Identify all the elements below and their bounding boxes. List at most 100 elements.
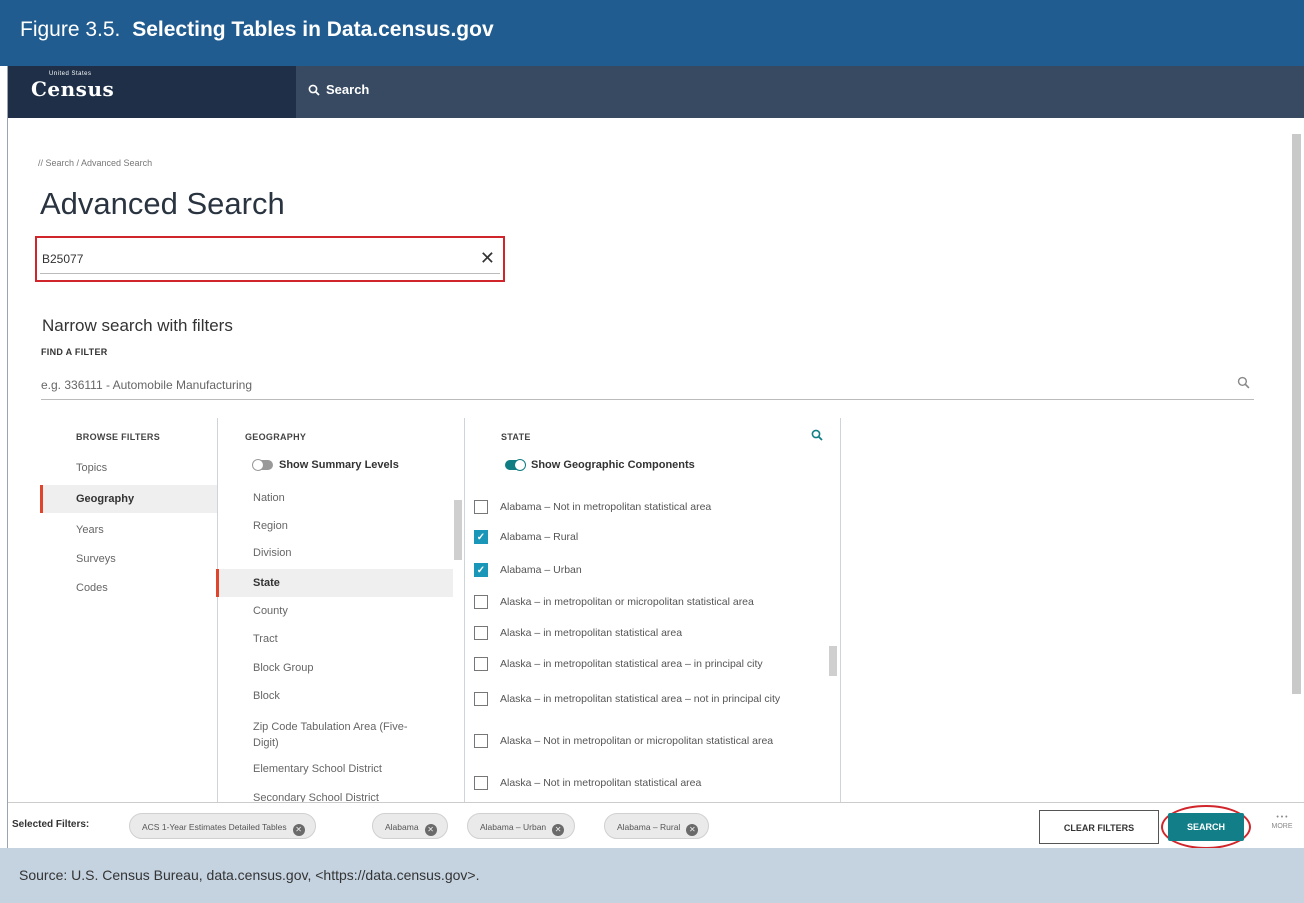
- state-item[interactable]: Alaska – in metropolitan statistical are…: [474, 626, 824, 640]
- state-item-label: Alabama – Not in metropolitan statistica…: [500, 501, 712, 513]
- geography-item-zcta[interactable]: Zip Code Tabulation Area (Five-Digit): [216, 719, 453, 753]
- search-input[interactable]: B25077: [40, 244, 500, 274]
- search-icon: [308, 84, 320, 96]
- browse-item-surveys[interactable]: Surveys: [40, 545, 217, 573]
- geography-item-region[interactable]: Region: [216, 520, 453, 540]
- state-item[interactable]: Alaska – Not in metropolitan or micropol…: [474, 726, 824, 756]
- figure-number: Figure 3.5.: [20, 18, 121, 41]
- geography-scrollbar[interactable]: [454, 486, 462, 802]
- find-filter-input[interactable]: e.g. 336111 - Automobile Manufacturing: [41, 372, 1254, 400]
- toggle-switch[interactable]: [505, 459, 526, 471]
- more-label: MORE: [1271, 823, 1293, 830]
- state-scrollbar[interactable]: [829, 486, 837, 802]
- breadcrumb[interactable]: // Search / Advanced Search: [38, 158, 152, 168]
- toggle-switch[interactable]: [252, 459, 273, 471]
- more-button[interactable]: • • • MORE: [1271, 813, 1293, 831]
- state-item-label: Alabama – Rural: [500, 531, 579, 543]
- logo-text: Census: [31, 77, 115, 101]
- geography-item-elementary-school[interactable]: Elementary School District: [216, 763, 453, 783]
- logo-area: United States Census: [8, 66, 296, 118]
- geography-item-division[interactable]: Division: [216, 547, 453, 567]
- browse-item-codes[interactable]: Codes: [40, 574, 217, 602]
- page-scrollbar[interactable]: [1292, 124, 1301, 804]
- figure-title: Selecting Tables in Data.census.gov: [132, 18, 494, 41]
- find-filter-label: FIND A FILTER: [41, 347, 108, 357]
- browse-item-geography[interactable]: Geography: [40, 485, 217, 513]
- state-item-label: Alaska – in metropolitan or micropolitan…: [500, 596, 754, 608]
- more-dots-icon: • • •: [1276, 814, 1288, 821]
- chip-label: ACS 1-Year Estimates Detailed Tables: [142, 822, 287, 832]
- checkbox-checked[interactable]: ✓: [474, 530, 488, 544]
- browse-item-topics[interactable]: Topics: [40, 454, 217, 482]
- state-item[interactable]: Alabama – Not in metropolitan statistica…: [474, 500, 824, 514]
- browse-filters-heading: BROWSE FILTERS: [76, 432, 161, 442]
- census-logo[interactable]: United States Census: [31, 71, 115, 101]
- close-icon[interactable]: ✕: [552, 824, 565, 836]
- state-item-label: Alaska – in metropolitan statistical are…: [500, 627, 683, 639]
- search-icon[interactable]: [1237, 376, 1250, 389]
- checkbox[interactable]: [474, 657, 488, 671]
- figure-source: Source: U.S. Census Bureau, data.census.…: [0, 848, 1304, 903]
- scrollbar-thumb[interactable]: [829, 646, 837, 676]
- checkbox-checked[interactable]: ✓: [474, 563, 488, 577]
- logo-small-text: United States: [49, 71, 92, 77]
- geography-heading: GEOGRAPHY: [245, 432, 307, 442]
- state-item[interactable]: ✓ Alabama – Urban: [474, 563, 824, 577]
- search-button[interactable]: SEARCH: [1168, 813, 1244, 841]
- close-icon[interactable]: ✕: [424, 824, 437, 836]
- selected-filters-bar: Selected Filters: ACS 1-Year Estimates D…: [8, 802, 1304, 849]
- state-item[interactable]: Alaska – in metropolitan or micropolitan…: [474, 595, 824, 609]
- geographic-components-toggle[interactable]: Show Geographic Components: [505, 459, 695, 471]
- state-item[interactable]: Alaska – in metropolitan statistical are…: [474, 657, 824, 671]
- find-filter-placeholder: e.g. 336111 - Automobile Manufacturing: [41, 378, 253, 392]
- search-icon[interactable]: [811, 429, 823, 441]
- toggle-knob: [252, 459, 264, 471]
- search-highlight-box: B25077 ✕: [35, 236, 505, 282]
- checkbox[interactable]: [474, 776, 488, 790]
- checkbox[interactable]: [474, 500, 488, 514]
- geography-item-block-group[interactable]: Block Group: [216, 662, 453, 682]
- geography-item-nation[interactable]: Nation: [216, 492, 453, 512]
- chip-label: Alabama – Rural: [617, 822, 681, 832]
- state-item-label: Alaska – in metropolitan statistical are…: [500, 658, 763, 670]
- close-icon[interactable]: ✕: [292, 824, 305, 836]
- summary-levels-toggle[interactable]: Show Summary Levels: [252, 459, 399, 471]
- chip-label: Alabama: [385, 822, 419, 832]
- checkbox[interactable]: [474, 626, 488, 640]
- geography-item-block[interactable]: Block: [216, 690, 453, 710]
- toggle-label: Show Geographic Components: [531, 459, 695, 471]
- geography-item-secondary-school[interactable]: Secondary School District: [216, 792, 453, 802]
- state-item-label: Alaska – in metropolitan statistical are…: [500, 693, 781, 705]
- filters-heading: Narrow search with filters: [42, 316, 233, 335]
- filter-chip[interactable]: Alabama ✕: [372, 813, 448, 839]
- nav-search-button[interactable]: Search: [308, 82, 369, 97]
- state-item-label: Alaska – Not in metropolitan or micropol…: [500, 735, 774, 747]
- state-item[interactable]: Alaska – in metropolitan statistical are…: [474, 684, 824, 714]
- selected-filters-label: Selected Filters:: [12, 819, 90, 830]
- state-item-label: Alabama – Urban: [500, 564, 582, 576]
- close-icon[interactable]: ✕: [480, 248, 495, 269]
- screenshot-frame: United States Census Search // Search / …: [7, 66, 1304, 849]
- geography-item-tract[interactable]: Tract: [216, 633, 453, 653]
- state-item[interactable]: Alaska – Not in metropolitan statistical…: [474, 776, 824, 790]
- state-item[interactable]: ✓ Alabama – Rural: [474, 530, 824, 544]
- filter-chip[interactable]: Alabama – Urban ✕: [467, 813, 576, 839]
- browse-item-years[interactable]: Years: [40, 516, 217, 544]
- top-navigation: United States Census Search: [8, 66, 1304, 118]
- column-divider: [464, 418, 465, 802]
- scrollbar-thumb[interactable]: [454, 500, 462, 560]
- checkbox[interactable]: [474, 595, 488, 609]
- scrollbar-thumb[interactable]: [1292, 134, 1301, 694]
- close-icon[interactable]: ✕: [686, 824, 699, 836]
- checkbox[interactable]: [474, 692, 488, 706]
- checkbox[interactable]: [474, 734, 488, 748]
- filter-chip[interactable]: ACS 1-Year Estimates Detailed Tables ✕: [129, 813, 316, 839]
- toggle-knob: [514, 459, 526, 471]
- filter-chip[interactable]: Alabama – Rural ✕: [604, 813, 710, 839]
- clear-filters-button[interactable]: CLEAR FILTERS: [1039, 810, 1159, 844]
- page-title: Advanced Search: [40, 186, 285, 221]
- geography-item-state[interactable]: State: [216, 569, 453, 597]
- geography-item-county[interactable]: County: [216, 605, 453, 625]
- figure-header: Figure 3.5. Selecting Tables in Data.cen…: [0, 0, 1304, 66]
- nav-search-label: Search: [326, 82, 370, 97]
